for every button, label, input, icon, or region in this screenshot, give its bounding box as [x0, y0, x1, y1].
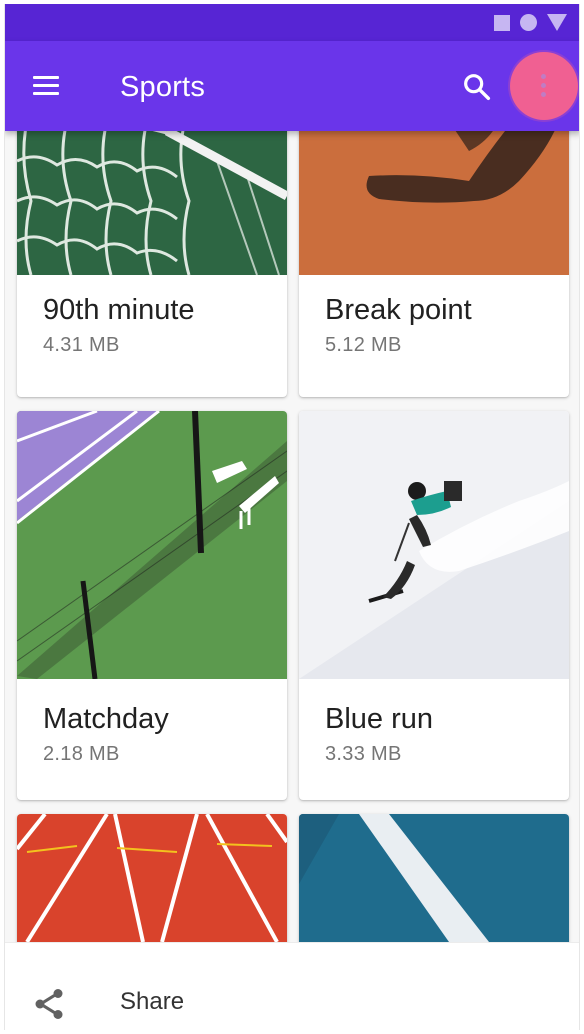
card-file-size: 4.31 MB — [43, 334, 120, 356]
share-button[interactable]: Share — [120, 988, 184, 1016]
card-blue-court[interactable] — [299, 814, 569, 942]
page-title: Sports — [120, 71, 206, 103]
card-blue-run[interactable]: Blue run 3.33 MB — [299, 411, 569, 800]
card-90th-minute[interactable]: 90th minute 4.31 MB — [17, 131, 287, 397]
search-icon[interactable] — [461, 71, 493, 103]
blue-court-line-image — [299, 814, 569, 942]
square-icon — [494, 14, 510, 31]
card-break-point[interactable]: Break point 5.12 MB — [299, 131, 569, 397]
soccer-goal-net-image — [17, 131, 287, 275]
share-bottom-sheet: Share — [5, 942, 579, 1030]
status-bar — [5, 4, 579, 41]
card-title: Blue run — [325, 703, 434, 735]
card-title: Matchday — [43, 703, 169, 735]
card-running-track[interactable] — [17, 814, 287, 942]
card-file-size: 5.12 MB — [325, 334, 402, 356]
top-app-bar: Sports — [5, 41, 579, 131]
card-file-size: 3.33 MB — [325, 743, 402, 765]
tennis-court-fence-image — [17, 411, 287, 679]
circle-icon — [520, 14, 537, 31]
more-options-button[interactable] — [510, 52, 578, 120]
triangle-icon — [547, 14, 567, 31]
running-track-lanes-image — [17, 814, 287, 942]
clay-court-shadow-image — [299, 131, 569, 275]
card-grid: 90th minute 4.31 MB Break point 5.12 MB — [5, 131, 579, 942]
hamburger-menu-icon[interactable] — [31, 74, 63, 98]
phone-screen: Sports 90th minute 4.31 MB Break point 5… — [4, 4, 580, 1030]
status-icons — [494, 14, 567, 31]
skier-slope-image — [299, 411, 569, 679]
card-file-size: 2.18 MB — [43, 743, 120, 765]
card-matchday[interactable]: Matchday 2.18 MB — [17, 411, 287, 800]
more-vert-icon — [541, 74, 547, 98]
card-title: Break point — [325, 294, 472, 326]
share-icon[interactable] — [31, 986, 67, 1022]
card-title: 90th minute — [43, 294, 195, 326]
